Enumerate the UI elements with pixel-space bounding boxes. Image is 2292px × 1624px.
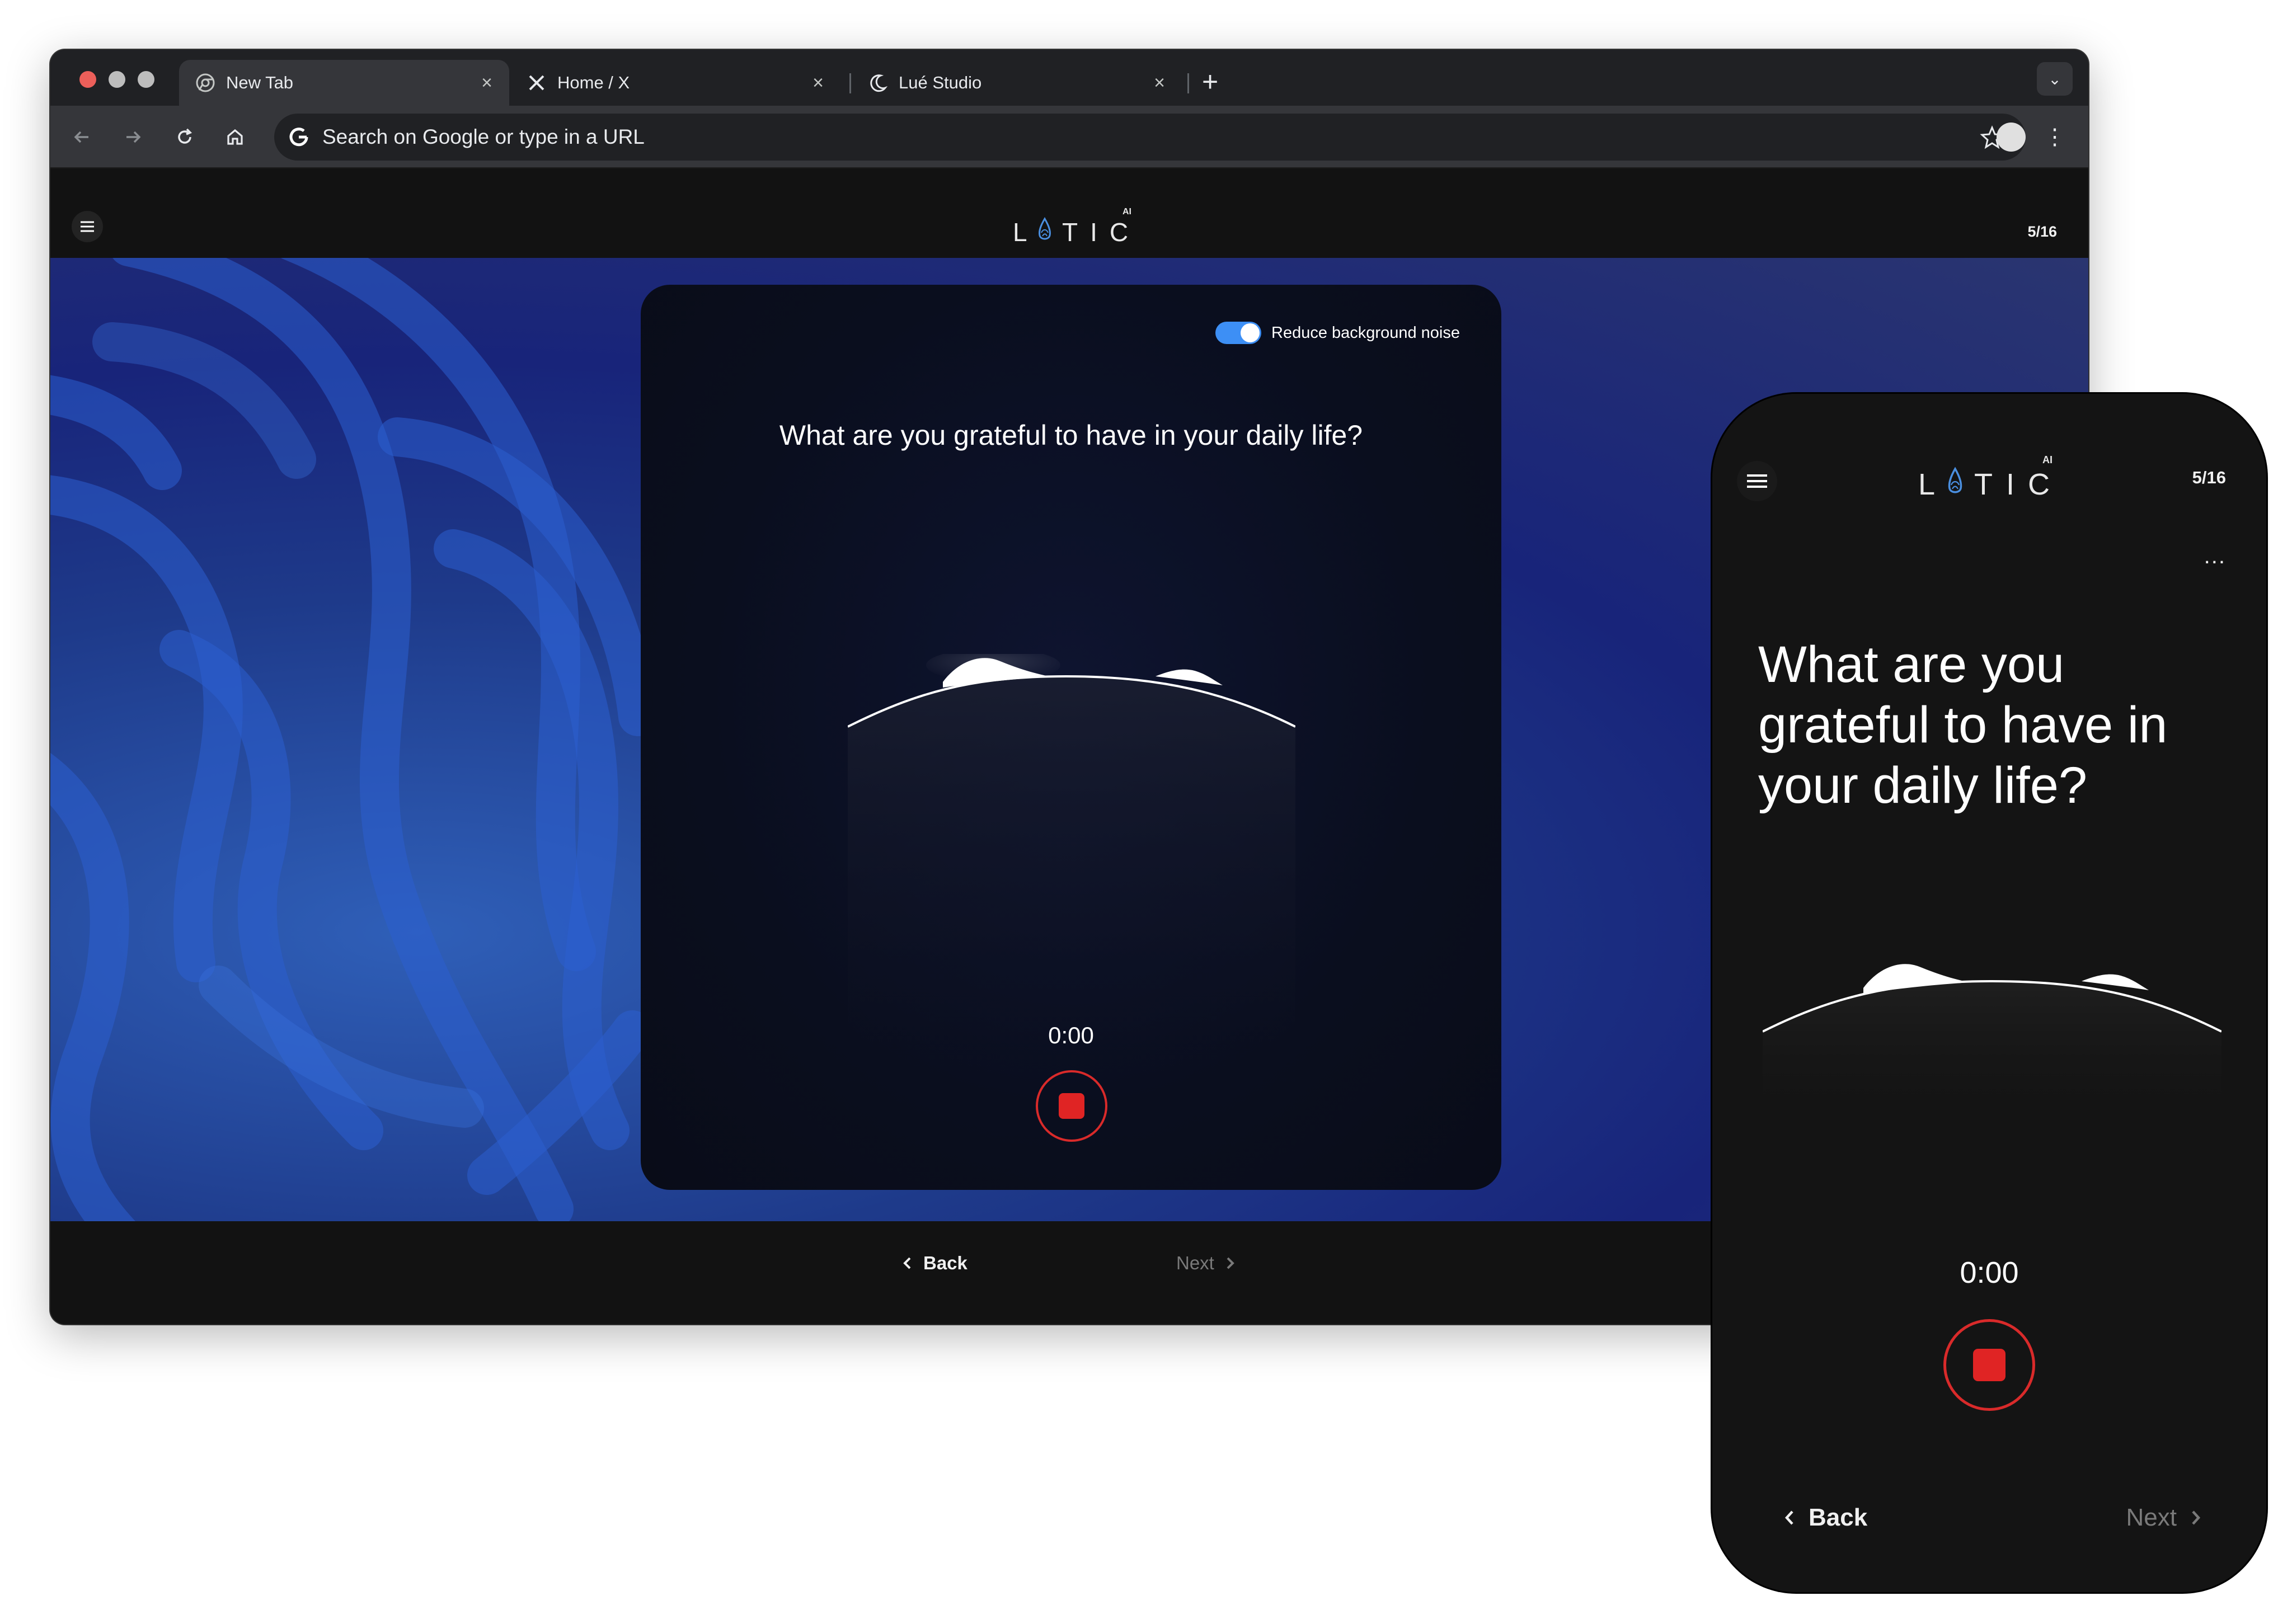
reload-icon[interactable] [168,120,201,154]
tab-label: Lué Studio [899,73,982,92]
back-button-label: Back [923,1253,967,1273]
question-text: What are you grateful to have in your da… [779,420,1363,451]
noise-reduction-label: Reduce background noise [1271,323,1460,342]
noise-reduction-control: Reduce background noise [1215,322,1460,344]
svg-text:L: L [1918,468,1944,501]
close-tab-icon[interactable]: × [481,72,492,94]
brand-text: L [1013,218,1035,247]
audio-waveform [1763,964,2221,1127]
maximize-window-button[interactable] [138,71,154,88]
back-arrow-icon[interactable] [65,120,98,154]
new-tab-plus-icon[interactable]: + [1202,65,1218,98]
recording-timer: 0:00 [1048,1022,1094,1048]
tab-new-tab[interactable]: New Tab × [179,60,509,106]
profile-avatar[interactable] [1997,123,2026,152]
chevron-left-icon [1784,1510,1793,1525]
tab-search-chevron-icon[interactable]: ⌄ [2037,62,2073,96]
chevron-right-icon [1227,1257,1234,1269]
svg-text:TIC: TIC [1062,218,1140,247]
tab-bar: New Tab × Home / X × Lué Studio × + ⌄ [50,50,2088,106]
home-icon[interactable] [218,120,252,154]
question-text: What are you grateful to have in your da… [1758,636,2168,814]
question-progress: 5/16 [2192,468,2226,487]
tab-lue-studio[interactable]: Lué Studio × [852,60,1182,106]
minimize-window-button[interactable] [109,71,125,88]
google-icon [289,128,308,147]
phone-mockup: L TIC AI 5/16 ... What are you grateful … [1712,394,2266,1592]
lotic-ai-logo: L TIC AI [1013,202,1142,247]
chrome-icon [196,73,215,92]
back-button[interactable]: Back [901,1253,967,1274]
stop-recording-button[interactable] [1036,1070,1107,1142]
chevron-left-icon [903,1257,911,1269]
tab-label: New Tab [226,73,294,92]
menu-hamburger-icon[interactable] [72,211,103,242]
forward-arrow-icon[interactable] [116,120,150,154]
recording-timer: 0:00 [1960,1256,2019,1289]
stop-recording-button[interactable] [1943,1319,2035,1411]
browser-toolbar: Search on Google or type in a URL ⋮ [50,106,2088,168]
x-logo-icon [527,73,546,92]
app-header: L TIC AI 5/16 [50,168,2088,258]
stop-icon [1973,1349,2006,1381]
question-progress: 5/16 [2027,223,2057,240]
noise-reduction-toggle[interactable] [1215,322,1262,344]
svg-text:TIC: TIC [1974,468,2063,501]
brand-superscript: AI [2042,454,2053,465]
next-button-label: Next [1176,1253,1214,1273]
back-button-label: Back [1809,1504,1868,1531]
close-tab-icon[interactable]: × [812,72,824,94]
moon-icon [868,73,887,92]
browser-menu-icon[interactable]: ⋮ [2044,124,2066,150]
chevron-right-icon [2192,1510,2201,1525]
tab-label: Home / X [557,73,630,92]
lotic-ai-logo: L TIC AI [1918,450,2064,501]
recording-card: Reduce background noise What are you gra… [641,285,1501,1190]
tab-separator [1187,73,1189,93]
window-controls [79,71,154,88]
stop-icon [1059,1093,1084,1119]
back-button[interactable]: Back [1782,1504,1867,1532]
menu-hamburger-icon[interactable] [1737,461,1777,501]
close-window-button[interactable] [79,71,96,88]
next-button-label: Next [2126,1504,2177,1531]
next-button[interactable]: Next [1176,1253,1237,1274]
tab-separator [849,73,851,93]
address-bar[interactable]: Search on Google or type in a URL [274,114,2026,161]
tab-home-x[interactable]: Home / X × [510,60,840,106]
address-bar-placeholder: Search on Google or type in a URL [322,125,645,148]
stage: New Tab × Home / X × Lué Studio × + ⌄ Se… [0,0,2292,1624]
more-options-icon[interactable]: ... [2204,544,2226,569]
brand-superscript: AI [1122,207,1131,216]
next-button[interactable]: Next [2126,1504,2204,1532]
close-tab-icon[interactable]: × [1154,72,1165,94]
